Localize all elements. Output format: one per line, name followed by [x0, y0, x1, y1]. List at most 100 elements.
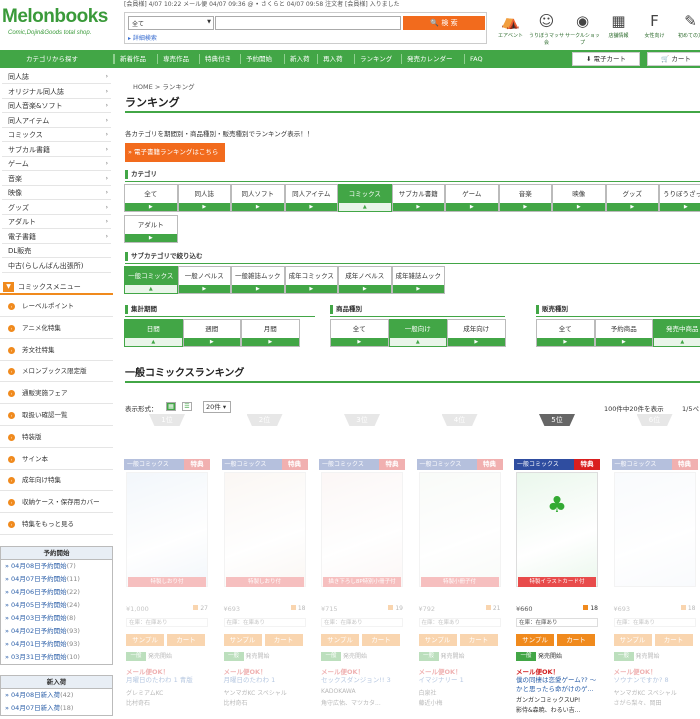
filter-tab[interactable]: コミックス ▲: [338, 184, 392, 212]
sidebar-date-link[interactable]: » 04月02日予約開始(93): [1, 625, 112, 638]
sidebar-date-link[interactable]: » 03月31日予約開始(10): [1, 651, 112, 664]
product-cover-image[interactable]: [321, 472, 403, 587]
product-title[interactable]: 月曜日のたわわ 1: [224, 676, 310, 685]
advanced-search-link[interactable]: ▸ 詳細検索: [128, 33, 157, 42]
comics-menu-item[interactable]: › レーベルポイント: [0, 296, 113, 317]
melonbooks-logo[interactable]: Melonbooks Comic,Dojin&Goods total shop.: [2, 2, 120, 42]
sample-button[interactable]: サンプル: [613, 634, 652, 646]
comics-menu-item[interactable]: › アニメ化特集: [0, 318, 113, 339]
sidebar-category[interactable]: 音楽 ›: [2, 172, 111, 186]
filter-tab[interactable]: 成年コミックス ▶: [284, 266, 338, 294]
filter-tab[interactable]: 同人ソフト ▶: [231, 184, 285, 212]
nav-item-2[interactable]: 特典付き: [205, 50, 231, 68]
filter-tab[interactable]: サブカル書籍 ▶: [391, 184, 445, 212]
filter-tab[interactable]: 一般ノベルス ▶: [177, 266, 231, 294]
nav-item-7[interactable]: 発売カレンダー: [407, 50, 453, 68]
list-view-icon[interactable]: ☰: [182, 402, 192, 411]
filter-tab[interactable]: 全て ▶: [330, 319, 389, 347]
header-link-2[interactable]: ◉ サークルショップ: [564, 10, 601, 46]
nav-item-6[interactable]: ランキング: [360, 50, 392, 68]
nav-category-button[interactable]: カテゴリから探す: [26, 50, 78, 68]
sample-button[interactable]: サンプル: [223, 634, 262, 646]
product-author[interactable]: 比村奇石: [126, 698, 212, 707]
filter-tab[interactable]: 日間 ▲: [124, 319, 183, 347]
filter-tab[interactable]: 同人誌 ▶: [177, 184, 231, 212]
filter-tab[interactable]: 月間 ▶: [241, 319, 300, 347]
product-title[interactable]: セックスダンジョン!! 3: [321, 676, 407, 685]
sidebar-category[interactable]: DL販売: [2, 244, 111, 258]
product-cover-image[interactable]: [418, 472, 501, 587]
sidebar-date-link[interactable]: » 04月01日予約開始(93): [1, 638, 112, 651]
comics-menu-item[interactable]: › 収納ケース・保存用カバー: [0, 492, 113, 514]
product-title[interactable]: ソウナンですか? 8: [614, 676, 700, 685]
sidebar-category[interactable]: 映像 ›: [2, 186, 111, 200]
comics-menu-item[interactable]: › 特装版: [0, 427, 113, 448]
product-author[interactable]: 影侍&森暁、わるい吉...: [516, 705, 602, 714]
filter-tab[interactable]: 音楽 ▶: [498, 184, 552, 212]
nav-item-1[interactable]: 専売作品: [163, 50, 189, 68]
comics-menu-item[interactable]: › メロンブックス限定版: [0, 361, 113, 383]
filter-tab[interactable]: 成年向け ▶: [447, 319, 506, 347]
filter-tab[interactable]: 全て ▶: [536, 319, 595, 347]
comics-menu-item[interactable]: › 芳文社特集: [0, 340, 113, 361]
sidebar-category[interactable]: ゲーム ›: [2, 157, 111, 171]
header-link-0[interactable]: ⛺ エアベント: [492, 10, 529, 44]
search-button[interactable]: 🔍 検 索: [403, 16, 485, 30]
filter-tab[interactable]: 映像 ▶: [552, 184, 606, 212]
sample-button[interactable]: サンプル: [418, 634, 457, 646]
sample-button[interactable]: サンプル: [516, 634, 554, 646]
filter-tab[interactable]: うりぼうざっか ▶: [659, 184, 700, 212]
sidebar-date-link[interactable]: » 04月03日予約開始(8): [1, 612, 112, 625]
nav-item-3[interactable]: 予約開始: [246, 50, 272, 68]
sample-button[interactable]: サンプル: [321, 634, 359, 646]
add-to-cart-button[interactable]: カート: [362, 634, 400, 646]
comics-menu-item[interactable]: › 成年向け特集: [0, 470, 113, 492]
add-to-cart-button[interactable]: カート: [459, 634, 498, 646]
ebook-ranking-button[interactable]: » 電子書籍ランキングはこちら: [125, 143, 225, 162]
sidebar-category[interactable]: 電子書籍 ›: [2, 230, 111, 244]
product-card[interactable]: 2位 一般コミックス 特典 特製しおり付 ¥693 18 在庫：在庫あり サンプル カート 一般発…: [221, 411, 310, 719]
add-to-cart-button[interactable]: カート: [557, 634, 595, 646]
filter-tab[interactable]: グッズ ▶: [605, 184, 659, 212]
sidebar-date-link[interactable]: » 04月08日予約開始(7): [1, 560, 112, 573]
search-category-select[interactable]: 全て: [128, 16, 214, 30]
product-card[interactable]: 6位 一般コミックス 特典 ¥693 18 在庫：在庫あり サンプル カート 一般 発売開始 メール…: [611, 411, 700, 719]
sidebar-date-link[interactable]: » 04月06日予約開始(22): [1, 586, 112, 599]
product-author[interactable]: 比村奇石: [224, 698, 310, 707]
product-card[interactable]: 1位 一般コミックス 特典 特製しおり付 ¥1,000 27 在庫：在庫あり サンプル カート一…: [124, 411, 210, 719]
sidebar-category[interactable]: グッズ ›: [2, 201, 111, 215]
product-cover-image[interactable]: ♣: [516, 472, 598, 587]
product-card[interactable]: 4位 一般コミックス 特典 特製小冊子付 ¥792 21 在庫：在庫あり サンプル カート 一般発…: [416, 411, 505, 719]
filter-tab[interactable]: 予約商品 ▶: [594, 319, 653, 347]
header-link-1[interactable]: ☺ うりぼうマッサ会: [528, 10, 565, 46]
comics-menu-item[interactable]: › サイン本: [0, 449, 113, 470]
comics-menu-item[interactable]: › 取扱い確認一覧: [0, 405, 113, 426]
header-link-3[interactable]: ▦ 店舗情報: [600, 10, 637, 44]
sample-button[interactable]: サンプル: [126, 634, 164, 646]
sidebar-category[interactable]: 同人アイテム ›: [2, 114, 111, 128]
sidebar-category[interactable]: コミックス ›: [2, 128, 111, 142]
product-author[interactable]: 角守広佑、マツカタ...: [321, 698, 407, 707]
comics-menu-item[interactable]: › 通販実施フェア: [0, 383, 113, 405]
nav-item-5[interactable]: 再入荷: [323, 50, 343, 68]
cart-button[interactable]: 🛒 カート: [647, 52, 700, 66]
nav-item-0[interactable]: 新着作品: [120, 50, 146, 68]
add-to-cart-button[interactable]: カート: [167, 634, 205, 646]
sidebar-category[interactable]: オリジナル同人誌 ›: [2, 85, 111, 99]
add-to-cart-button[interactable]: カート: [654, 634, 693, 646]
product-cover-image[interactable]: [613, 472, 696, 587]
sidebar-date-link[interactable]: » 04月08日新入荷(42): [1, 689, 112, 702]
product-author[interactable]: さがら梨々、岡田: [614, 698, 700, 707]
product-cover-image[interactable]: [126, 472, 208, 587]
grid-view-icon[interactable]: ▦: [166, 402, 176, 411]
nav-item-4[interactable]: 新入荷: [290, 50, 310, 68]
product-author[interactable]: 藤近小梅: [419, 698, 505, 707]
add-to-cart-button[interactable]: カート: [264, 634, 303, 646]
filter-tab[interactable]: 一般雑誌ムック ▶: [231, 266, 285, 294]
search-input[interactable]: [215, 16, 401, 30]
sidebar-category[interactable]: 同人音楽&ソフト ›: [2, 99, 111, 113]
header-link-4[interactable]: F 女性向け: [636, 10, 673, 44]
filter-tab[interactable]: 成年ノベルス ▶: [338, 266, 392, 294]
product-title[interactable]: 僕の同棲は恋愛ゲーム?? ～かと思ったら命がけのゲ...: [516, 676, 602, 693]
filter-tab[interactable]: 発売中商品 ▲: [653, 319, 700, 347]
